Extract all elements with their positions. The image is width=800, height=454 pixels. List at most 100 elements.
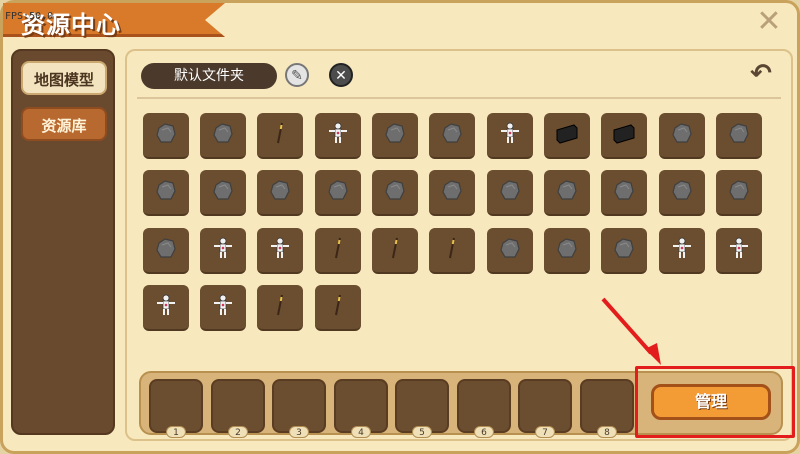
asset-tile[interactable] [544, 228, 590, 274]
slot-number: 5 [412, 426, 432, 438]
asset-tile[interactable] [716, 170, 762, 216]
stone-icon [497, 235, 523, 265]
asset-tile[interactable] [200, 170, 246, 216]
stone-icon [153, 235, 179, 265]
stick-icon [267, 292, 293, 322]
asset-tile[interactable] [200, 228, 246, 274]
stone-icon [726, 120, 752, 150]
asset-tile[interactable] [544, 113, 590, 159]
stone-icon [382, 177, 408, 207]
asset-tile[interactable] [659, 170, 705, 216]
slot-number: 1 [166, 426, 186, 438]
asset-tile[interactable] [200, 113, 246, 159]
character-icon [497, 120, 523, 150]
sidebar-item-resource-library[interactable]: 资源库 [21, 107, 107, 141]
stone-icon [439, 177, 465, 207]
asset-tile[interactable] [200, 285, 246, 331]
sidebar: 地图模型 资源库 [11, 49, 115, 435]
character-icon [267, 235, 293, 265]
character-icon [726, 235, 752, 265]
character-icon [210, 235, 236, 265]
asset-tile[interactable] [716, 228, 762, 274]
asset-tile[interactable] [372, 228, 418, 274]
character-icon [210, 292, 236, 322]
asset-tile[interactable] [487, 113, 533, 159]
hotbar-slot[interactable]: 6 [457, 379, 511, 438]
asset-tile[interactable] [315, 228, 361, 274]
asset-tile[interactable] [429, 170, 475, 216]
stone-icon [210, 120, 236, 150]
resource-center-panel: 资源中心 FPS:50.0 ✕ 地图模型 资源库 默认文件夹 ✎ ✕ ↶ 123… [0, 0, 800, 454]
stone-icon [325, 177, 351, 207]
slot-number: 4 [351, 426, 371, 438]
stick-icon [382, 235, 408, 265]
clear-icon[interactable]: ✕ [329, 63, 353, 87]
close-icon[interactable]: ✕ [755, 7, 783, 37]
manage-button[interactable]: 管理 [651, 384, 771, 420]
asset-tile[interactable] [315, 113, 361, 159]
asset-tile[interactable] [487, 170, 533, 216]
back-icon[interactable]: ↶ [747, 61, 775, 89]
asset-tile[interactable] [257, 228, 303, 274]
hotbar-slot[interactable]: 5 [395, 379, 449, 438]
slot-number: 6 [474, 426, 494, 438]
asset-tile[interactable] [257, 113, 303, 159]
asset-tile[interactable] [716, 113, 762, 159]
block-icon [554, 120, 580, 150]
hotbar-slot[interactable]: 7 [518, 379, 572, 438]
asset-tile[interactable] [601, 170, 647, 216]
fps-label: FPS:50.0 [5, 11, 54, 22]
asset-tile[interactable] [315, 285, 361, 331]
asset-tile[interactable] [257, 170, 303, 216]
edit-icon[interactable]: ✎ [285, 63, 309, 87]
stick-icon [267, 120, 293, 150]
hotbar-slot[interactable]: 1 [149, 379, 203, 438]
folder-name[interactable]: 默认文件夹 [141, 63, 277, 89]
divider [137, 97, 781, 99]
hotbar-slot[interactable]: 3 [272, 379, 326, 438]
slot-number: 3 [289, 426, 309, 438]
stone-icon [153, 177, 179, 207]
stone-icon [554, 177, 580, 207]
stone-icon [439, 120, 465, 150]
slot-number: 7 [535, 426, 555, 438]
hotbar-slot[interactable]: 4 [334, 379, 388, 438]
stone-icon [726, 177, 752, 207]
sidebar-item-map-models[interactable]: 地图模型 [21, 61, 107, 95]
stone-icon [669, 177, 695, 207]
hotbar-slot[interactable]: 8 [580, 379, 634, 438]
asset-tile[interactable] [659, 228, 705, 274]
asset-tile[interactable] [601, 113, 647, 159]
asset-tile[interactable] [143, 170, 189, 216]
asset-tile[interactable] [601, 228, 647, 274]
stick-icon [325, 292, 351, 322]
stone-icon [153, 120, 179, 150]
character-icon [669, 235, 695, 265]
character-icon [325, 120, 351, 150]
asset-tile[interactable] [487, 228, 533, 274]
asset-tile[interactable] [429, 113, 475, 159]
asset-tile[interactable] [143, 285, 189, 331]
asset-tile[interactable] [544, 170, 590, 216]
character-icon [153, 292, 179, 322]
stone-icon [554, 235, 580, 265]
stick-icon [325, 235, 351, 265]
asset-tile[interactable] [372, 170, 418, 216]
asset-tile[interactable] [429, 228, 475, 274]
red-arrow-icon [601, 297, 661, 365]
asset-tile[interactable] [143, 228, 189, 274]
asset-tile[interactable] [257, 285, 303, 331]
block-icon [611, 120, 637, 150]
stone-icon [611, 235, 637, 265]
asset-tile[interactable] [315, 170, 361, 216]
asset-tile[interactable] [143, 113, 189, 159]
asset-grid [143, 113, 763, 333]
asset-tile[interactable] [372, 113, 418, 159]
stone-icon [210, 177, 236, 207]
stone-icon [669, 120, 695, 150]
slot-number: 8 [597, 426, 617, 438]
stone-icon [497, 177, 523, 207]
asset-tile[interactable] [659, 113, 705, 159]
stone-icon [267, 177, 293, 207]
hotbar-slot[interactable]: 2 [211, 379, 265, 438]
